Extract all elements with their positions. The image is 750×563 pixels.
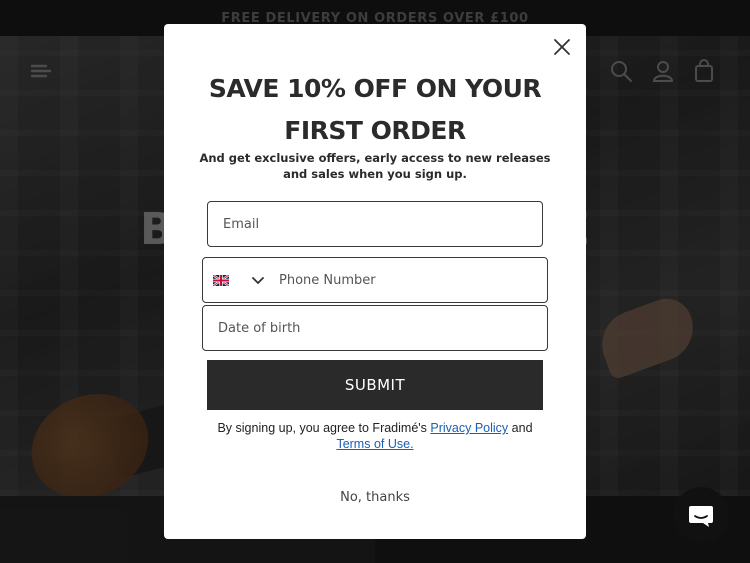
phone-number-field[interactable] (275, 258, 547, 302)
popup-title-line2: FIRST ORDER (284, 116, 466, 145)
chevron-down-icon (252, 277, 264, 284)
country-code-select[interactable] (203, 258, 275, 302)
popup-subtitle: And get exclusive offers, early access t… (199, 151, 551, 181)
popup-title-line1: SAVE 10% OFF ON YOUR (208, 74, 542, 103)
terms-and: and (508, 421, 533, 435)
no-thanks-button[interactable]: No, thanks (164, 490, 586, 505)
email-field[interactable] (208, 202, 542, 246)
submit-button[interactable]: SUBMIT (207, 360, 543, 410)
popup-title: SAVE 10% OFF ON YOUR FIRST ORDER (164, 68, 586, 152)
terms-of-use-link[interactable]: Terms of Use. (336, 437, 413, 451)
close-icon[interactable] (552, 37, 572, 57)
chat-button[interactable] (673, 487, 729, 543)
date-of-birth-field[interactable] (203, 306, 547, 350)
uk-flag-icon (213, 274, 229, 286)
terms-text: By signing up, you agree to Fradimé's Pr… (204, 420, 546, 452)
phone-field-wrapper (202, 257, 548, 303)
dob-field-wrapper (202, 305, 548, 351)
chat-icon (689, 506, 713, 527)
privacy-policy-link[interactable]: Privacy Policy (430, 421, 508, 435)
signup-popup: SAVE 10% OFF ON YOUR FIRST ORDER And get… (164, 24, 586, 539)
terms-prefix: By signing up, you agree to Fradimé's (217, 421, 431, 435)
email-field-wrapper (207, 201, 543, 247)
